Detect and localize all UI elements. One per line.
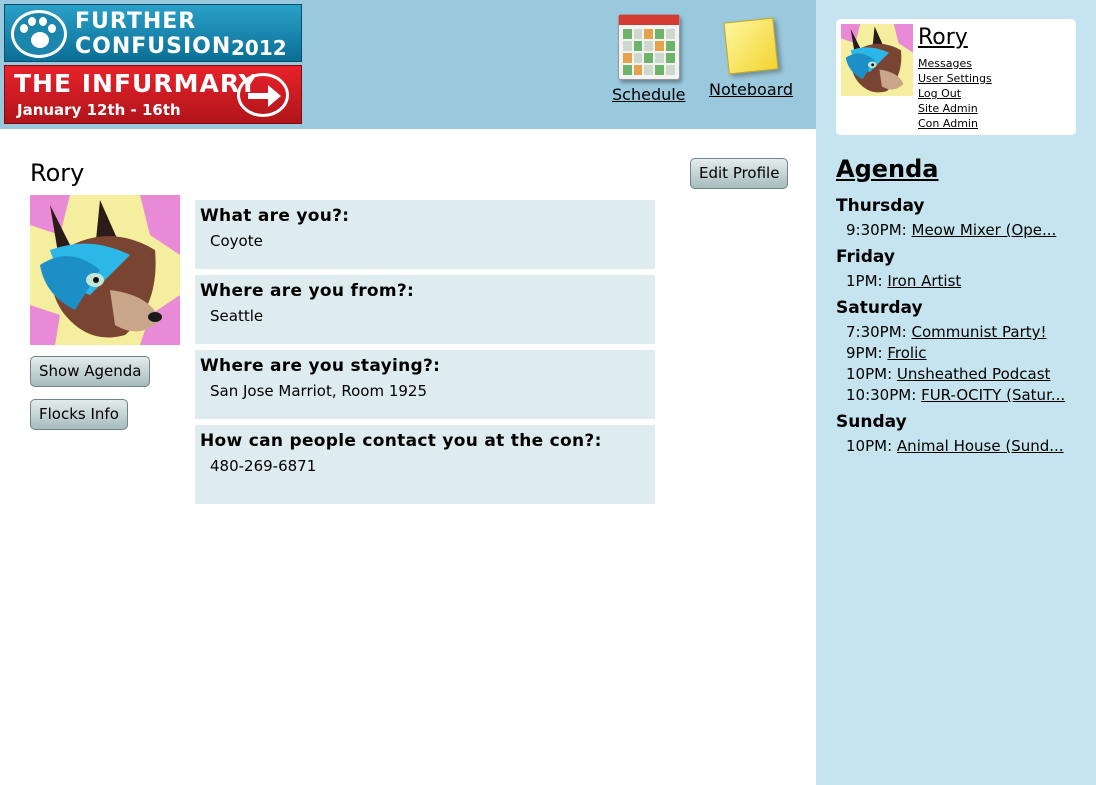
answer-value: Seattle <box>210 307 264 325</box>
logo-title: FURTHER CONFUSION <box>75 9 232 59</box>
user-settings-link[interactable]: User Settings <box>918 71 992 86</box>
calendar-icon <box>617 14 680 80</box>
profile-question-block: What are you?: Coyote <box>195 200 655 269</box>
agenda-day: Sunday 10PM: Animal House (Sund... <box>836 412 1076 457</box>
agenda-day: Thursday 9:30PM: Meow Mixer (Ope... <box>836 196 1076 241</box>
convention-logo[interactable]: FURTHER CONFUSION 2012 THE INFURMARY Jan… <box>4 4 302 124</box>
profile-question-block: Where are you staying?: San Jose Marriot… <box>195 350 655 419</box>
nav-schedule-label[interactable]: Schedule <box>612 85 686 104</box>
event-link[interactable]: Animal House (Sund... <box>897 437 1064 455</box>
nav-schedule[interactable]: Schedule <box>612 14 686 104</box>
profile-question-block: Where are you from?: Seattle <box>195 275 655 344</box>
profile-name: Rory <box>30 159 85 187</box>
header: FURTHER CONFUSION 2012 THE INFURMARY Jan… <box>0 0 816 129</box>
agenda-event: 9:30PM: Meow Mixer (Ope... <box>836 220 1076 241</box>
user-links: Messages User Settings Log Out Site Admi… <box>918 56 992 131</box>
nav-noteboard[interactable]: Noteboard <box>709 14 793 99</box>
arrow-right-icon <box>237 73 289 117</box>
agenda-event: 10PM: Animal House (Sund... <box>836 436 1076 457</box>
event-link[interactable]: Communist Party! <box>912 323 1047 341</box>
log-out-link[interactable]: Log Out <box>918 86 992 101</box>
answer-value: 480-269-6871 <box>210 457 317 475</box>
nav-noteboard-label[interactable]: Noteboard <box>709 80 793 99</box>
event-time: 9PM: <box>846 344 883 362</box>
sticky-note-icon <box>723 17 779 75</box>
sidebar: Rory Messages User Settings Log Out Site… <box>816 0 1096 785</box>
agenda-event: 7:30PM: Communist Party! <box>836 322 1076 343</box>
event-time: 10:30PM: <box>846 386 917 404</box>
agenda-list: Thursday 9:30PM: Meow Mixer (Ope... Frid… <box>836 196 1076 463</box>
question-label: How can people contact you at the con?: <box>200 431 602 451</box>
con-admin-link[interactable]: Con Admin <box>918 116 992 131</box>
event-time: 9:30PM: <box>846 221 907 239</box>
logo-dates: January 12th - 16th <box>17 101 181 119</box>
agenda-day-label: Sunday <box>836 412 907 432</box>
logo-bottom-band: THE INFURMARY January 12th - 16th <box>4 65 302 124</box>
logo-top-band: FURTHER CONFUSION 2012 <box>4 4 302 62</box>
agenda-day-label: Saturday <box>836 298 923 318</box>
agenda-event: 1PM: Iron Artist <box>836 271 1076 292</box>
event-link[interactable]: Meow Mixer (Ope... <box>912 221 1057 239</box>
answer-value: Coyote <box>210 232 263 250</box>
agenda-day: Saturday 7:30PM: Communist Party! 9PM: F… <box>836 298 1076 406</box>
event-link[interactable]: Unsheathed Podcast <box>897 365 1050 383</box>
profile-question-block: How can people contact you at the con?: … <box>195 425 655 504</box>
event-time: 1PM: <box>846 272 883 290</box>
logo-title-line2: CONFUSION <box>75 34 232 59</box>
event-time: 10PM: <box>846 437 893 455</box>
edit-profile-button[interactable]: Edit Profile <box>690 158 789 189</box>
agenda-event: 9PM: Frolic <box>836 343 1076 364</box>
question-label: Where are you from?: <box>200 281 415 301</box>
show-agenda-button[interactable]: Show Agenda <box>30 356 151 387</box>
question-label: Where are you staying?: <box>200 356 441 376</box>
agenda-event: 10PM: Unsheathed Podcast <box>836 364 1076 385</box>
logo-title-line1: FURTHER <box>75 9 197 34</box>
question-label: What are you?: <box>200 206 350 226</box>
user-card: Rory Messages User Settings Log Out Site… <box>836 19 1076 135</box>
answer-value: San Jose Marriot, Room 1925 <box>210 382 428 400</box>
messages-link[interactable]: Messages <box>918 56 992 71</box>
agenda-day: Friday 1PM: Iron Artist <box>836 247 1076 292</box>
agenda-day-label: Thursday <box>836 196 925 216</box>
event-time: 10PM: <box>846 365 893 383</box>
user-avatar[interactable] <box>841 24 913 96</box>
profile-avatar <box>30 195 180 345</box>
main-content: Rory Edit Profile Show Agenda Flocks Inf… <box>0 129 816 785</box>
paw-icon <box>11 10 67 58</box>
agenda-event: 10:30PM: FUR-OCITY (Satur... <box>836 385 1076 406</box>
event-link[interactable]: Iron Artist <box>887 272 961 290</box>
event-time: 7:30PM: <box>846 323 907 341</box>
agenda-day-label: Friday <box>836 247 895 267</box>
agenda-title[interactable]: Agenda <box>836 155 939 183</box>
event-link[interactable]: FUR-OCITY (Satur... <box>921 386 1065 404</box>
event-link[interactable]: Frolic <box>887 344 926 362</box>
logo-subtitle: THE INFURMARY <box>14 69 258 98</box>
flocks-info-button[interactable]: Flocks Info <box>30 399 128 430</box>
logo-year: 2012 <box>231 36 287 60</box>
user-name-link[interactable]: Rory <box>918 25 968 50</box>
site-admin-link[interactable]: Site Admin <box>918 101 992 116</box>
